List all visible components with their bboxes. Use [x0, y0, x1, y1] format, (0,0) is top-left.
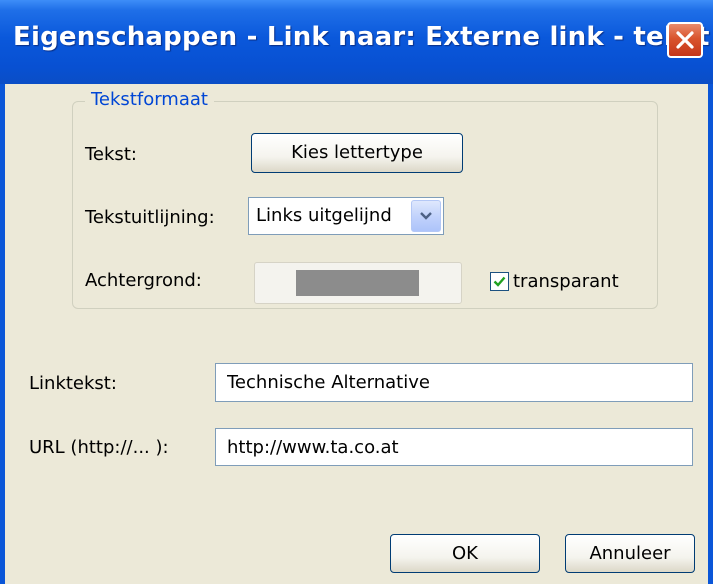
- title-bar[interactable]: Eigenschappen - Link naar: Externe link …: [0, 0, 713, 84]
- background-color-swatch: [296, 270, 419, 296]
- linktext-label: Linktekst:: [29, 373, 117, 394]
- url-input[interactable]: [216, 429, 692, 465]
- checkmark-icon: [493, 276, 506, 287]
- alignment-value: Links uitgelijnd: [256, 205, 392, 226]
- linktext-field[interactable]: [215, 363, 693, 402]
- dialog-body: Tekstformaat Tekst: Kies lettertype Teks…: [5, 84, 708, 584]
- properties-dialog: Eigenschappen - Link naar: Externe link …: [0, 0, 713, 584]
- background-color-button[interactable]: [254, 262, 462, 304]
- transparent-checkbox[interactable]: [490, 272, 509, 291]
- url-label: URL (http://... ):: [29, 437, 169, 458]
- background-label: Achtergrond:: [85, 270, 202, 291]
- alignment-label: Tekstuitlijning:: [85, 207, 215, 228]
- close-icon: [676, 31, 694, 49]
- group-title: Tekstformaat: [85, 89, 214, 110]
- chevron-down-icon: [420, 212, 432, 220]
- ok-button[interactable]: OK: [390, 534, 540, 573]
- cancel-button[interactable]: Annuleer: [565, 534, 695, 573]
- linktext-input[interactable]: [216, 364, 692, 401]
- url-field[interactable]: [215, 428, 693, 466]
- dropdown-button[interactable]: [411, 200, 441, 232]
- text-label: Tekst:: [85, 144, 137, 165]
- choose-font-button[interactable]: Kies lettertype: [251, 133, 463, 173]
- window-title: Eigenschappen - Link naar: Externe link …: [13, 22, 710, 52]
- transparent-label: transparant: [513, 271, 619, 292]
- alignment-select[interactable]: Links uitgelijnd: [248, 197, 444, 235]
- close-button[interactable]: [667, 22, 703, 58]
